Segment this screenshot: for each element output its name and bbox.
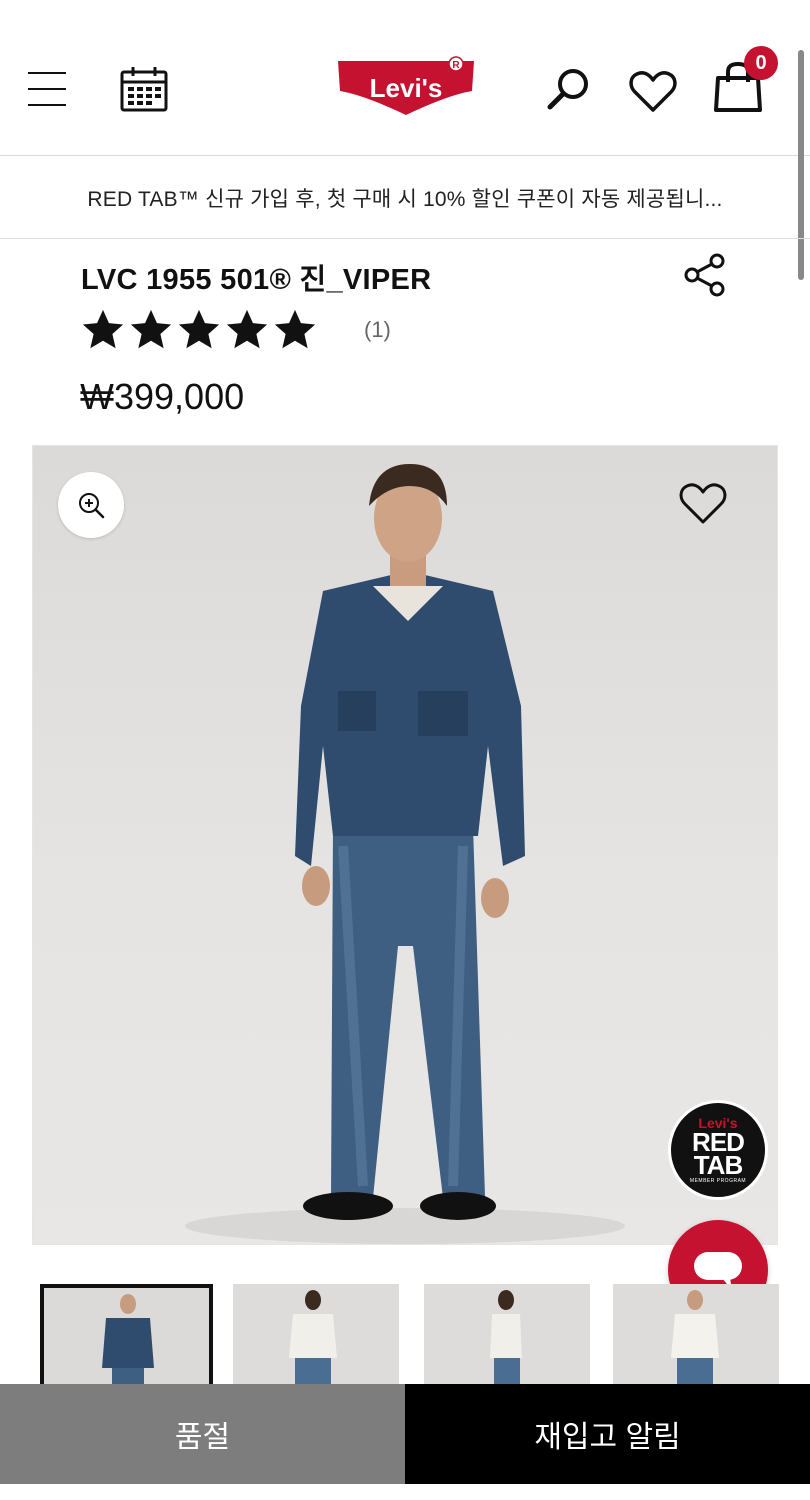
zoom-in-icon [79, 493, 105, 519]
share-icon[interactable] [682, 252, 728, 298]
search-icon[interactable] [544, 64, 594, 114]
restock-notify-button[interactable]: 재입고 알림 [405, 1384, 810, 1484]
star-icon [274, 309, 316, 349]
add-to-wishlist-icon[interactable] [678, 482, 728, 526]
soldout-button[interactable]: 품절 [0, 1384, 405, 1484]
thumbnail-strip [0, 1284, 810, 1388]
star-icon [82, 309, 124, 349]
product-title: LVC 1955 501® 진_VIPER [81, 264, 432, 296]
cart-count-badge: 0 [744, 46, 778, 80]
rating-stars[interactable] [80, 307, 318, 353]
model-photo [185, 464, 625, 1244]
svg-text:Levi's: Levi's [370, 73, 443, 103]
promo-text: RED TAB™ 신규 가입 후, 첫 구매 시 10% 할인 쿠폰이 자동 제… [87, 187, 723, 211]
hamburger-menu-icon[interactable] [28, 70, 68, 108]
svg-text:R: R [452, 60, 460, 71]
levis-logo[interactable]: Levi's R [336, 55, 476, 125]
header: Levi's R 0 [0, 0, 810, 156]
thumbnail-item[interactable] [233, 1284, 399, 1388]
bottom-action-bar: 품절 재입고 알림 [0, 1384, 810, 1484]
heart-icon[interactable] [628, 70, 678, 114]
red-tab-badge[interactable]: Levi's RED TAB MEMBER PROGRAM [668, 1100, 768, 1200]
bottom-safe-area [0, 1484, 810, 1500]
thumbnail-item[interactable] [424, 1284, 590, 1388]
star-icon [178, 309, 220, 349]
thumbnail-item[interactable] [613, 1284, 779, 1388]
product-main-image[interactable] [32, 445, 778, 1245]
promo-banner[interactable]: RED TAB™ 신규 가입 후, 첫 구매 시 10% 할인 쿠폰이 자동 제… [0, 157, 810, 239]
product-price: ₩399,000 [80, 376, 245, 417]
thumbnail-item[interactable] [40, 1284, 213, 1388]
star-icon [130, 309, 172, 349]
star-icon [226, 309, 268, 349]
zoom-button[interactable] [58, 472, 124, 538]
review-count[interactable]: (1) [364, 317, 391, 343]
calendar-icon[interactable] [118, 64, 170, 114]
